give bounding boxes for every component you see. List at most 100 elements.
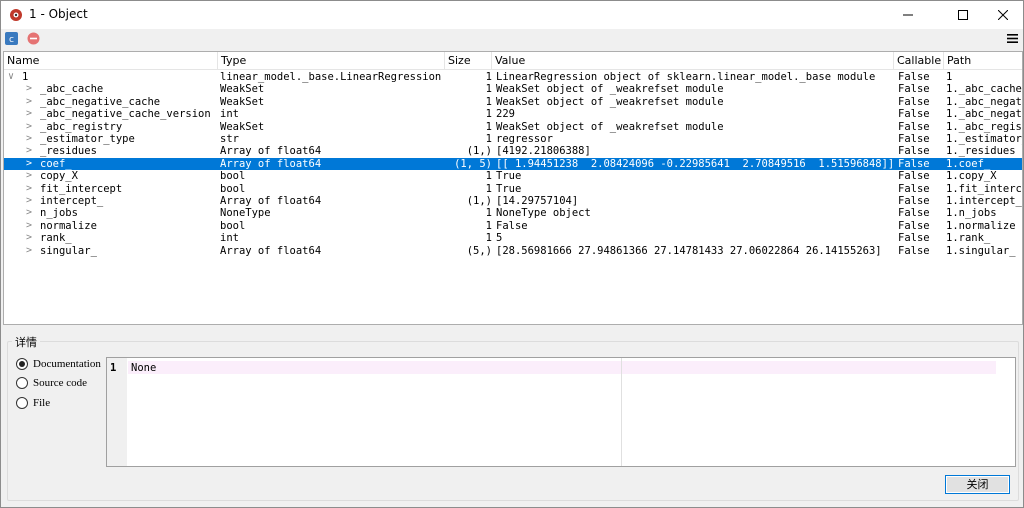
expand-chevron-icon[interactable]: > [26, 170, 36, 182]
expand-chevron-icon[interactable]: > [26, 121, 36, 133]
maximize-button[interactable] [946, 1, 980, 29]
table-row[interactable]: > n_jobs 1 NoneType NoneType object False 1.n_… [4, 207, 1022, 220]
cell-name: _abc_registry [40, 120, 123, 133]
cell-size: 1 [485, 108, 492, 121]
table-row[interactable]: ∨ 1 1 linear_model._base.LinearRegression Li… [4, 71, 1022, 83]
options-menu-icon[interactable] [1006, 32, 1019, 45]
object-tree-table[interactable]: Name Type Size Value Callable Path ∨ 1 1 li… [3, 51, 1023, 325]
current-line-highlight [128, 361, 996, 374]
radio-file-indicator[interactable] [16, 397, 28, 409]
cell-path: 1.normalize [946, 219, 1016, 232]
close-icon [998, 10, 1008, 20]
edge-line [621, 358, 622, 466]
cell-type: NoneType [220, 207, 271, 220]
cell-callable: False [898, 120, 930, 133]
expand-chevron-icon[interactable]: > [26, 207, 36, 219]
cell-path: 1._abc_registry [946, 120, 1022, 133]
cell-callable: False [898, 207, 930, 220]
radio-documentation-indicator[interactable] [16, 358, 28, 370]
table-row[interactable]: > fit_intercept 1 bool True False 1.fit_interc… [4, 182, 1022, 195]
cell-callable: False [898, 108, 930, 121]
cell-value: NoneType object [496, 207, 591, 220]
cell-value: WeakSet object of _weakrefset module [496, 95, 724, 108]
expand-chevron-icon[interactable]: > [26, 83, 36, 95]
expand-chevron-icon[interactable]: > [26, 96, 36, 108]
close-window-button[interactable] [986, 1, 1020, 29]
expand-chevron-icon[interactable]: > [26, 232, 36, 244]
table-row[interactable]: > _abc_registry 1 WeakSet WeakSet object of … [4, 120, 1022, 133]
table-row[interactable]: > coef_ (1, 5) Array of float64 [[ 1.9445123… [4, 157, 1022, 171]
minimize-icon [903, 14, 913, 16]
cell-value: 229 [496, 108, 515, 121]
cell-callable: False [898, 71, 930, 83]
hide-private-icon[interactable] [27, 32, 40, 45]
cell-callable: False [898, 232, 930, 245]
cell-path: 1._residues [946, 145, 1016, 158]
cell-size: 1 [485, 95, 492, 108]
cell-path: 1.copy_X [946, 170, 997, 183]
cell-path: 1.coef_ [946, 157, 991, 170]
cell-type: WeakSet [220, 95, 265, 108]
collapse-chevron-icon[interactable]: ∨ [8, 71, 18, 83]
cell-type: int [220, 108, 239, 121]
cell-size: 1 [485, 232, 492, 245]
details-editor[interactable]: 1 None [106, 357, 1016, 467]
table-row[interactable]: > normalize 1 bool False False 1.normalize [4, 219, 1022, 232]
expand-chevron-icon[interactable]: > [26, 183, 36, 195]
expand-chevron-icon[interactable]: > [26, 108, 36, 120]
radio-source-code-indicator[interactable] [16, 377, 28, 389]
cell-path: 1 [946, 71, 953, 83]
cell-name: rank_ [40, 232, 72, 245]
cell-value: [4192.21806388] [496, 145, 591, 158]
column-header-size[interactable]: Size [445, 52, 492, 70]
table-row[interactable]: > _abc_negative_cache_version 1 int 229 False… [4, 108, 1022, 121]
table-header: Name Type Size Value Callable Path [4, 52, 1022, 70]
expand-chevron-icon[interactable]: > [26, 195, 36, 207]
cell-name: copy_X [40, 170, 78, 183]
cell-callable: False [898, 244, 930, 257]
column-header-type[interactable]: Type [218, 52, 445, 70]
editor-content[interactable]: None [131, 362, 156, 374]
table-row[interactable]: > intercept_ (1,) Array of float64 [14.29757… [4, 195, 1022, 207]
expand-chevron-icon[interactable]: > [26, 245, 36, 257]
cell-type: WeakSet [220, 120, 265, 133]
title-bar[interactable]: 1 - Object [1, 1, 1023, 29]
table-row[interactable]: > _residues (1,) Array of float64 [4192.2180… [4, 145, 1022, 158]
table-row[interactable]: > copy_X 1 bool True False 1.copy_X [4, 170, 1022, 183]
cell-callable: False [898, 195, 930, 207]
expand-chevron-icon[interactable]: > [26, 158, 36, 170]
cell-name: intercept_ [40, 195, 104, 207]
object-explorer-window: 1 - Object c Name Type Size Value Callab… [0, 0, 1024, 508]
close-button[interactable]: 关闭 [945, 475, 1010, 494]
cell-path: 1.n_jobs [946, 207, 997, 220]
cell-type: Array of float64 [220, 157, 322, 170]
cell-size: 1 [485, 182, 492, 195]
table-row[interactable]: > singular_ (5,) Array of float64 [28.569816… [4, 244, 1022, 257]
line-number: 1 [110, 362, 117, 374]
cell-size: (1, 5) [454, 157, 492, 170]
cell-type: linear_model._base.LinearRegression [220, 71, 442, 83]
table-row[interactable]: > _abc_negative_cache 1 WeakSet WeakSet obje… [4, 95, 1022, 108]
table-row[interactable]: > _estimator_type 1 str regressor False 1._est… [4, 133, 1022, 145]
cell-value: False [496, 219, 528, 232]
column-header-name[interactable]: Name [4, 52, 218, 70]
table-row[interactable]: > rank_ 1 int 5 False 1.rank_ [4, 232, 1022, 245]
minimize-button[interactable] [891, 1, 925, 29]
expand-chevron-icon[interactable]: > [26, 133, 36, 145]
cell-callable: False [898, 170, 930, 183]
cell-size: 1 [485, 71, 492, 83]
cell-type: int [220, 232, 239, 245]
table-row[interactable]: > _abc_cache 1 WeakSet WeakSet object of _we… [4, 83, 1022, 95]
cell-path: 1.rank_ [946, 232, 991, 245]
column-header-path[interactable]: Path [944, 52, 1022, 70]
column-header-value[interactable]: Value [492, 52, 894, 70]
class-icon[interactable]: c [5, 32, 18, 45]
cell-type: Array of float64 [220, 195, 322, 207]
cell-value: [28.56981666 27.94861366 27.14781433 27.… [496, 244, 882, 257]
expand-chevron-icon[interactable]: > [26, 220, 36, 232]
expand-chevron-icon[interactable]: > [26, 145, 36, 157]
cell-size: (1,) [466, 195, 492, 207]
window-title: 1 - Object [29, 7, 88, 21]
column-header-callable[interactable]: Callable [894, 52, 944, 70]
cell-type: bool [220, 182, 246, 195]
